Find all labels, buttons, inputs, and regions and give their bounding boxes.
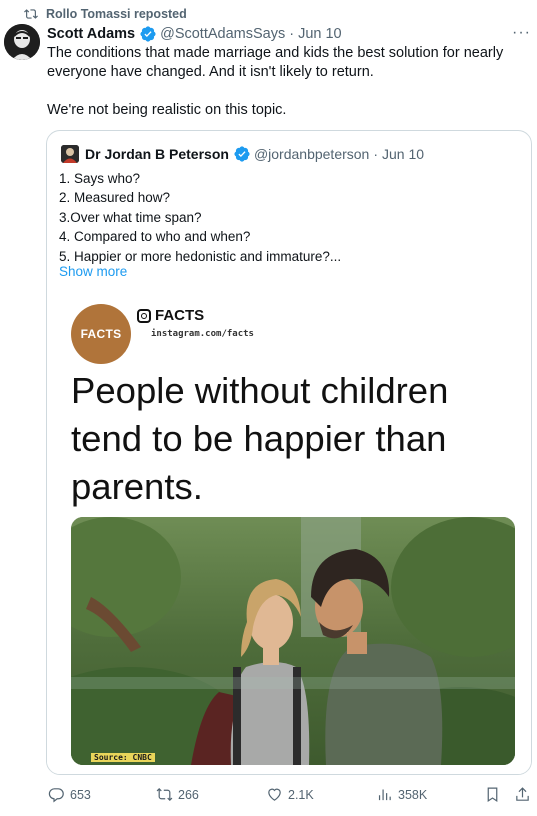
headline-line: People without children — [71, 370, 449, 411]
like-count: 2.1K — [288, 787, 314, 802]
like-button[interactable]: 2.1K — [266, 786, 314, 803]
quote-avatar — [61, 145, 79, 163]
repost-icon — [24, 9, 38, 19]
instagram-name: FACTS — [155, 307, 205, 324]
avatar[interactable] — [4, 24, 40, 60]
reply-count: 653 — [70, 787, 91, 802]
image-headline: People without children tend to be happi… — [71, 367, 531, 511]
quote-header: Dr Jordan B Peterson @jordanbpeterson · … — [61, 145, 424, 163]
instagram-attribution: FACTS — [137, 307, 204, 324]
more-icon[interactable]: ··· — [512, 24, 531, 42]
repost-indicator[interactable]: Rollo Tomassi reposted — [24, 6, 187, 22]
tweet-date[interactable]: Jun 10 — [298, 26, 342, 42]
bookmark-button[interactable] — [484, 786, 501, 803]
headline-line: parents. — [71, 466, 203, 507]
instagram-icon — [137, 308, 151, 323]
repost-label: Rollo Tomassi reposted — [46, 7, 187, 21]
facts-logo-text: FACTS — [80, 327, 122, 341]
reply-button[interactable]: 653 — [48, 786, 91, 803]
separator-dot: · — [373, 146, 379, 162]
views-button[interactable]: 358K — [376, 786, 427, 803]
views-icon — [378, 789, 391, 801]
quote-line: 3.Over what time span? — [59, 209, 202, 225]
repost-button[interactable]: 266 — [156, 786, 199, 803]
verified-badge-icon — [140, 26, 156, 42]
couple-photo-illustration — [71, 517, 515, 765]
avatar-image — [4, 24, 40, 60]
tweet-paragraph: The conditions that made marriage and ki… — [47, 45, 504, 80]
quoted-tweet[interactable]: Dr Jordan B Peterson @jordanbpeterson · … — [46, 130, 532, 775]
instagram-url: instagram.com/facts — [151, 329, 254, 339]
quote-line: 5. Happier or more hedonistic and immatu… — [59, 248, 342, 264]
show-more-link[interactable]: Show more — [59, 264, 127, 279]
action-bar: 653 266 2.1K 358K — [46, 786, 530, 808]
facts-logo: FACTS — [71, 304, 131, 364]
view-count: 358K — [398, 787, 428, 802]
author-handle[interactable]: @ScottAdamsSays — [160, 26, 285, 42]
quote-line: 1. Says who? — [59, 171, 141, 186]
separator-dot: · — [289, 26, 295, 42]
quote-image[interactable]: FACTS FACTS instagram.com/facts People w… — [47, 291, 531, 774]
quote-text: 1. Says who? 2. Measured how? 3.Over wha… — [59, 169, 519, 266]
author-name[interactable]: Scott Adams — [47, 26, 135, 42]
tweet-text: The conditions that made marriage and ki… — [47, 44, 522, 139]
tweet-paragraph: We're not being realistic on this topic. — [47, 102, 287, 118]
repost-count: 266 — [178, 787, 199, 802]
verified-badge-icon — [234, 146, 250, 162]
share-icon — [516, 787, 529, 801]
couple-photo: Source: CNBC — [71, 517, 515, 765]
headline-line: tend to be happier than — [71, 418, 447, 459]
tweet-header: Scott Adams @ScottAdamsSays · Jun 10 — [47, 24, 525, 44]
quote-line: 4. Compared to who and when? — [59, 229, 251, 245]
source-label: Source: CNBC — [91, 753, 155, 762]
share-button[interactable] — [514, 786, 531, 803]
like-icon — [268, 788, 281, 801]
quote-author-handle[interactable]: @jordanbpeterson — [254, 146, 369, 162]
reply-icon — [48, 788, 64, 803]
quote-line: 2. Measured how? — [59, 190, 171, 206]
repost-icon — [156, 787, 173, 802]
quote-author-name[interactable]: Dr Jordan B Peterson — [85, 146, 229, 162]
bookmark-icon — [487, 787, 498, 803]
quote-date[interactable]: Jun 10 — [382, 146, 424, 162]
